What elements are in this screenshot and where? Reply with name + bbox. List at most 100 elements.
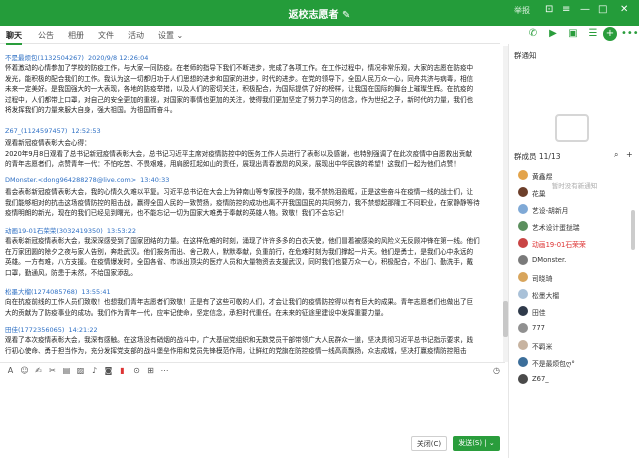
video-icon[interactable]: ▶ — [546, 27, 560, 41]
tab-settings[interactable]: 设置 ⌄ — [158, 30, 183, 41]
avatar[interactable] — [518, 374, 528, 384]
image-icon[interactable]: ▨ — [76, 366, 85, 375]
avatar[interactable] — [518, 357, 528, 367]
tab-bar: 聊天 公告 相册 文件 活动 设置 ⌄ — [0, 26, 500, 45]
window-title: 返校志愿者 ✎ — [288, 10, 351, 21]
avatar[interactable] — [518, 340, 528, 350]
member-name: 不是最烦包ღ° — [532, 360, 575, 368]
avatar[interactable] — [518, 272, 528, 282]
title-bar: 返校志愿者 ✎ 举报 ⊡ ≡ — □ ✕ — [0, 0, 639, 26]
message-list: 不是最烦包(1132504267) 2020/9/8 12:26:04 怀着激动的… — [0, 46, 505, 362]
pin-icon[interactable]: ⊡ — [545, 4, 553, 15]
input-toolbar: A ☺ ✍ ✂ ▤ ▨ ♪ ◙ ▮ ⊙ ⊞ ⋯ ◷ — [0, 362, 505, 378]
notice-empty: 暂时没有新通知 — [509, 106, 639, 190]
message-time: 14:21:22 — [68, 326, 98, 334]
message-body: 观看新冠疫情表彰大会心得： 2020年9月8日观看了总书记新冠疫情表彰大会，总书记… — [5, 139, 472, 168]
sender-id: (1772356065) — [18, 326, 65, 334]
scissors-icon[interactable]: ✂ — [48, 366, 57, 375]
sender-id: (3032419350) — [56, 227, 103, 235]
notice-icon — [555, 114, 589, 142]
member-name: 田佳 — [532, 309, 546, 317]
message-meta: 松墨大榴(1274085768) 13:55:41 — [5, 286, 111, 296]
sender-id: (1274085768) — [31, 288, 78, 296]
member-name: 松墨大榴 — [532, 292, 560, 300]
add-icon[interactable]: + — [603, 27, 617, 41]
message-meta: 动画19-01石荣荣(3032419350) 13:53:22 — [5, 225, 136, 235]
menu-icon[interactable]: ≡ — [562, 4, 570, 15]
close-button[interactable]: ✕ — [620, 4, 628, 15]
member-name: 不羁米 — [532, 343, 553, 351]
minimize-button[interactable]: — — [580, 4, 590, 15]
member-name: 动画19-01石荣荣 — [532, 241, 586, 249]
more-icon[interactable]: ••• — [621, 27, 639, 41]
avatar[interactable] — [518, 238, 528, 248]
notice-title: 群通知 — [514, 51, 537, 60]
sender-id: (1124597457) — [20, 127, 68, 135]
pencil-icon[interactable]: ✎ — [342, 10, 350, 21]
history-icon[interactable]: ◷ — [492, 366, 501, 375]
sender-name[interactable]: 松墨大榴 — [5, 288, 31, 296]
message-meta: 不是最烦包(1132504267) 2020/9/8 12:26:04 — [5, 52, 148, 62]
sender-id: <dong964288278@live.com> — [37, 176, 137, 184]
member-name: 黄鑫煜 — [532, 173, 553, 181]
tab-activity[interactable]: 活动 — [128, 30, 144, 41]
avatar[interactable] — [518, 255, 528, 265]
avatar[interactable] — [518, 204, 528, 214]
sender-name[interactable]: 不是最烦包 — [5, 54, 38, 62]
message-time: 2020/9/8 12:26:04 — [87, 54, 149, 62]
message-body: 看表彰新冠疫情表彰大会，我深深感受到了国家团结的力量。在这样危难的时刻，涌现了许… — [5, 237, 480, 277]
message-body: 看会表彰新冠疫情表彰大会，我的心情久久难以平复。习近平总书记在大会上为钟南山等专… — [5, 188, 480, 217]
mic-icon[interactable]: ⊙ — [132, 366, 141, 375]
member-count: 群成员 11/13 — [514, 152, 561, 161]
music-icon[interactable]: ♪ — [90, 366, 99, 375]
message-time: 13:55:41 — [81, 288, 111, 296]
avatar[interactable] — [518, 187, 528, 197]
tab-notice[interactable]: 公告 — [38, 30, 54, 41]
sender-name[interactable]: DMonster. — [5, 176, 38, 184]
member-name: 777 — [532, 324, 545, 332]
gesture-icon[interactable]: ✍ — [34, 366, 43, 375]
member-name: 花巢 — [532, 190, 546, 198]
notice-empty-text: 暂时没有新通知 — [551, 182, 598, 190]
close-button[interactable]: 关闭(C) — [411, 436, 447, 451]
report-link[interactable]: 举报 — [514, 5, 530, 16]
message-time: 12:52:53 — [71, 127, 101, 135]
message-body: 向在抗疫前线的工作人员们致敬！也想我们青年志愿者们致敬！正是有了这些可敬的人们，… — [5, 298, 474, 317]
avatar[interactable] — [518, 221, 528, 231]
member-name: Z67_ — [532, 375, 549, 383]
sender-name[interactable]: 田佳 — [5, 326, 18, 334]
avatar[interactable] — [518, 323, 528, 333]
red-packet-icon[interactable]: ▮ — [118, 366, 127, 375]
message-meta: DMonster.<dong964288278@live.com> 13:40:3… — [5, 176, 169, 184]
sender-name[interactable]: 动画19-01石荣荣 — [5, 227, 56, 235]
font-icon[interactable]: A — [6, 366, 15, 375]
more-icon[interactable]: ⋯ — [160, 366, 169, 375]
emoji-icon[interactable]: ☺ — [20, 366, 29, 375]
tab-files[interactable]: 文件 — [98, 30, 114, 41]
avatar[interactable] — [518, 306, 528, 316]
maximize-button[interactable]: □ — [598, 4, 607, 15]
tab-album[interactable]: 相册 — [68, 30, 84, 41]
add-member-icon[interactable]: + — [626, 150, 633, 159]
search-icon[interactable]: ⌕ — [614, 150, 618, 160]
send-button[interactable]: 发送(S) | ⌄ — [453, 436, 500, 451]
member-name: 司晓琦 — [532, 275, 553, 283]
member-name: DMonster. — [532, 256, 567, 264]
member-name: 艺术设计蛋挞瑞 — [532, 224, 580, 232]
member-scrollbar[interactable] — [631, 210, 635, 250]
homework-icon[interactable]: ☰ — [586, 27, 600, 41]
member-name: 艺设-胡新月 — [532, 207, 569, 215]
phone-icon[interactable]: ✆ — [526, 27, 540, 41]
file-icon[interactable]: ▤ — [62, 366, 71, 375]
avatar[interactable] — [518, 170, 528, 180]
screen-share-icon[interactable]: ▣ — [566, 27, 580, 41]
tab-chat[interactable]: 聊天 — [6, 30, 22, 45]
message-body: 观看了本次疫情表彰大会，我深有感触。在这场没有硝烟的战斗中，广大基层党组织和无数… — [5, 336, 474, 355]
avatar[interactable] — [518, 289, 528, 299]
grid-icon[interactable]: ⊞ — [146, 366, 155, 375]
right-panel: 群通知 暂时没有新通知 群成员 11/13 ⌕ + 黄鑫煜花巢艺设-胡新月艺术设… — [508, 44, 639, 458]
message-input[interactable] — [0, 378, 505, 436]
sender-name[interactable]: Z67_ — [5, 127, 21, 135]
camera-icon[interactable]: ◙ — [104, 366, 113, 375]
sender-id: (1132504267) — [37, 54, 84, 62]
